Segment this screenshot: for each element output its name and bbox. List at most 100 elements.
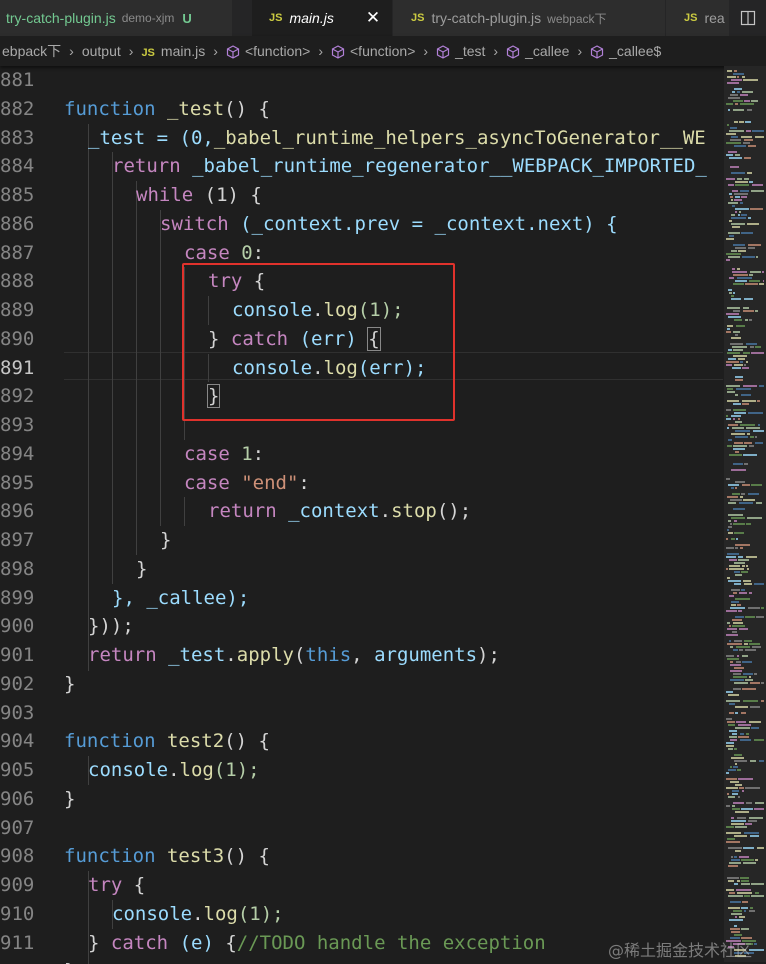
minimap[interactable] — [724, 66, 766, 964]
minimap-line — [747, 109, 752, 111]
breadcrumb-symbol-callee-inner[interactable]: _callee$ — [590, 43, 661, 59]
minimap-line — [763, 280, 764, 282]
minimap-line — [735, 706, 748, 708]
indent-guide — [160, 210, 161, 526]
minimap-line — [732, 226, 740, 228]
minimap-line — [730, 94, 738, 96]
string-literal: "end" — [241, 472, 299, 494]
minimap-line — [734, 319, 742, 321]
code-line: function _test() { — [64, 95, 270, 124]
minimap-line — [731, 604, 736, 606]
minimap-line — [733, 508, 745, 510]
minimap-line — [733, 463, 743, 465]
minimap-line — [733, 244, 745, 246]
code-text: (_context.prev = _context.next) { — [240, 213, 618, 235]
minimap-line — [735, 850, 741, 852]
minimap-line — [734, 520, 737, 522]
breadcrumb-symbol-test[interactable]: _test — [436, 43, 485, 59]
minimap-line — [734, 682, 748, 684]
minimap-line — [749, 676, 751, 678]
tab-readme[interactable]: JS rea — [666, 0, 730, 36]
minimap-line — [733, 622, 743, 624]
minimap-line — [744, 298, 753, 300]
minimap-line — [735, 481, 745, 483]
minimap-line — [740, 424, 755, 426]
minimap-line — [726, 556, 736, 558]
tab-try-catch-plugin-demo[interactable]: try-catch-plugin.js demo-xjm U — [0, 0, 233, 36]
breadcrumb-symbol-function[interactable]: <function> — [226, 43, 310, 59]
breadcrumb-folder-webpack[interactable]: ebpack下 — [2, 41, 61, 61]
breadcrumb-file[interactable]: JS main.js — [141, 43, 205, 59]
minimap-line — [731, 298, 741, 300]
minimap-line — [744, 895, 750, 897]
minimap-line — [728, 847, 742, 849]
minimap-line — [730, 739, 737, 741]
minimap-line — [740, 190, 749, 192]
minimap-line — [755, 892, 759, 894]
minimap-line — [750, 346, 754, 348]
punctuation: () { — [224, 98, 270, 120]
minimap-line — [739, 787, 744, 789]
minimap-line — [730, 607, 745, 609]
minimap-line — [737, 880, 740, 882]
minimap-line — [729, 703, 735, 705]
comment: //TODO handle the exception — [236, 932, 546, 954]
minimap-line — [743, 352, 750, 354]
breadcrumb-folder-output[interactable]: output — [82, 43, 121, 59]
minimap-line — [726, 415, 728, 417]
minimap-line — [754, 673, 757, 675]
minimap-line — [732, 346, 747, 348]
minimap-line — [742, 661, 752, 663]
code-line: } — [160, 526, 171, 555]
minimap-line — [731, 913, 742, 915]
minimap-line — [755, 802, 764, 804]
minimap-line — [735, 208, 749, 210]
minimap-line — [726, 787, 738, 789]
minimap-line — [759, 760, 764, 762]
minimap-line — [730, 679, 744, 681]
line-number: 883 — [0, 127, 35, 149]
line-number: 898 — [0, 558, 35, 580]
code-line: function test3() { — [64, 842, 270, 871]
minimap-line — [733, 676, 747, 678]
minimap-line — [750, 760, 756, 762]
minimap-line — [735, 784, 742, 786]
minimap-line — [731, 601, 739, 603]
minimap-line — [741, 136, 752, 138]
line-number: 886 — [0, 213, 35, 235]
tab-main-js[interactable]: JS main.js ✕ — [252, 0, 393, 36]
minimap-line — [738, 724, 751, 726]
identifier: console — [88, 759, 169, 781]
minimap-line — [746, 802, 752, 804]
minimap-line — [731, 79, 742, 81]
minimap-line — [750, 436, 754, 438]
minimap-line — [726, 742, 734, 744]
minimap-line — [731, 415, 741, 417]
close-tab-icon[interactable]: ✕ — [366, 8, 380, 28]
minimap-line — [731, 487, 734, 489]
breadcrumb-symbol-label: _callee$ — [609, 42, 662, 59]
code-line: case "end": — [184, 469, 310, 498]
breadcrumb-symbol-function-2[interactable]: <function> — [331, 43, 415, 59]
minimap-line — [741, 196, 747, 198]
minimap-line — [742, 367, 749, 369]
code-text: (1) { — [204, 184, 262, 206]
tab-bar: try-catch-plugin.js demo-xjm U JS main.j… — [0, 0, 766, 36]
line-number: 908 — [0, 845, 35, 867]
split-editor-button[interactable] — [730, 0, 766, 36]
minimap-line — [733, 409, 746, 411]
code-line: } — [64, 670, 75, 699]
tab-try-catch-plugin-webpack[interactable]: JS try-catch-plugin.js webpack下 — [393, 0, 666, 36]
minimap-line — [741, 712, 746, 714]
code-editor[interactable]: 881 882 883 884 885 886 887 888 889 890 … — [0, 66, 766, 964]
breadcrumb-symbol-callee[interactable]: _callee — [506, 43, 569, 59]
minimap-line — [734, 748, 737, 750]
minimap-line — [742, 484, 750, 486]
minimap-line — [728, 865, 738, 867]
minimap-line — [748, 607, 760, 609]
minimap-line — [732, 271, 747, 273]
minimap-line — [733, 349, 743, 351]
minimap-line — [732, 625, 745, 627]
minimap-line — [744, 643, 748, 645]
minimap-line — [735, 436, 748, 438]
